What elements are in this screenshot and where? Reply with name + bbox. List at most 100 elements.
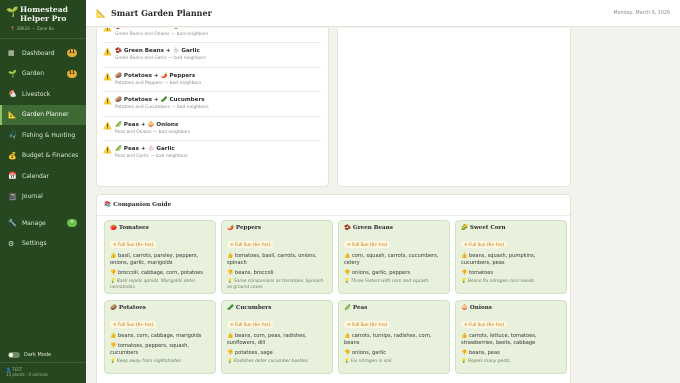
bad-companions-text: broccoli, cabbage, corn, potatoes: [117, 269, 203, 276]
sun-row: ☀ Full Sun (6+ hrs): [110, 311, 210, 330]
bad-companions: 👎 tomatoes: [461, 270, 561, 277]
conflict-item: ⚠️ 🥔 Potatoes + 🥒 Cucumbers Potatoes and C…: [103, 92, 321, 117]
sidebar-item-label: Calendar: [22, 172, 49, 180]
conflict-reason: Peas and Onions — bad neighbors: [115, 129, 191, 135]
sidebar-item-label: Settings: [22, 240, 47, 248]
sidebar-item-calendar[interactable]: 📅 Calendar: [0, 166, 86, 187]
thumbs-down-icon: 👎: [461, 269, 469, 276]
planner-grid-panel[interactable]: [337, 28, 571, 187]
good-companions: 👍 tomatoes, basil, carrots, onions, spin…: [227, 253, 327, 267]
sidebar-item-journal[interactable]: 📓 Journal: [0, 187, 86, 208]
lightbulb-icon: 💡: [461, 279, 468, 285]
planting-tip: 💡 Radishes deter cucumber beetles.: [227, 359, 327, 365]
bad-companions: 👎 potatoes, sage: [227, 350, 327, 357]
sun-requirement-badge: ☀ Full Sun (6+ hrs): [461, 321, 508, 328]
gear-icon: ⚙: [8, 239, 15, 248]
sidebar-item-settings[interactable]: ⚙ Settings: [0, 234, 86, 255]
sprout-logo-icon: 🌱: [6, 7, 19, 18]
good-companions: 👍 beans, corn, peas, radishes, sunflower…: [227, 333, 327, 347]
current-date: Monday, March 9, 2026: [613, 10, 670, 16]
lightbulb-icon: 💡: [227, 359, 234, 365]
good-companions: 👍 beans, corn, cabbage, marigolds: [110, 333, 210, 340]
thumbs-up-icon: 👍: [344, 333, 352, 339]
conflicts-panel: ⚠️🫘 Green Beans + 🧅 OnionsGreen Beans an…: [96, 28, 329, 187]
conflict-pair: 🥔 Potatoes + 🥒 Cucumbers: [115, 97, 205, 103]
conflict-text: 🫘 Green Beans + 🧅 Onions Green Beans and …: [115, 28, 208, 37]
dark-mode-toggle[interactable]: Dark Mode: [0, 348, 86, 362]
thumbs-down-icon: 👎: [344, 349, 352, 356]
thumbs-up-icon: 👍: [461, 253, 469, 259]
sidebar-item-label: Garden: [22, 70, 44, 78]
lightbulb-icon: 💡: [461, 359, 468, 365]
sidebar-divider: [0, 38, 86, 39]
sidebar-item-label: Manage: [22, 219, 46, 227]
bad-companions: 👎 tomatoes, peppers, squash, cucumbers: [110, 343, 210, 357]
conflict-text: 🫛 Peas + 🧅 Onions Peas and Onions — bad n…: [115, 122, 190, 135]
sun-requirement-badge: ☀ Full Sun (6+ hrs): [344, 321, 391, 328]
good-companions-text: carrots, turnips, radishes, corn, beans: [344, 333, 432, 346]
thumbs-up-icon: 👍: [461, 333, 469, 339]
thumbs-down-icon: 👎: [110, 342, 118, 349]
planting-tip: 💡 Same companions as tomatoes. Spinach a…: [227, 279, 327, 291]
conflict-text: 🫛 Peas + 🧄 Garlic Peas and Garlic — bad n…: [115, 146, 188, 159]
good-companions-text: tomatoes, basil, carrots, onions, spinac…: [227, 253, 317, 266]
thumbs-up-icon: 👍: [344, 253, 352, 259]
companion-card: 🫛 Peas ☀ Full Sun (6+ hrs) 👍 carrots, turn…: [338, 300, 450, 374]
sidebar-footer: Dark Mode 👤 TEST 15 plants · 0 animals: [0, 348, 86, 383]
warning-icon: ⚠️: [103, 146, 112, 154]
ruler-icon: 📐: [8, 110, 17, 119]
wrench-icon: 🔧: [8, 219, 17, 228]
companion-card: 🧅 Onions ☀ Full Sun (6+ hrs) 👍 carrots, le…: [455, 300, 567, 374]
toggle-switch[interactable]: [8, 352, 20, 358]
bad-companions-text: potatoes, sage: [234, 349, 273, 356]
conflict-reason: Potatoes and Cucumbers — bad neighbors: [115, 105, 209, 110]
warning-icon: ⚠️: [103, 28, 112, 32]
sun-requirement-badge: ☀ Full Sun (6+ hrs): [110, 241, 157, 248]
sun-row: ☀ Full Sun (6+ hrs): [344, 231, 444, 250]
planting-tip: 💡 Basil repels aphids. Marigolds deter n…: [110, 279, 210, 291]
calendar-icon: 📅: [8, 172, 17, 181]
conflict-pair: 🫛 Peas + 🧄 Garlic: [115, 146, 175, 152]
sidebar-item-label: Dashboard: [22, 49, 55, 57]
conflict-list: ⚠️🫘 Green Beans + 🧅 OnionsGreen Beans an…: [97, 28, 328, 166]
sidebar-item-garden[interactable]: 🌱 Garden 11: [0, 64, 86, 85]
count-badge: 11: [66, 49, 77, 57]
sidebar-item-garden-planner[interactable]: 📐 Garden Planner: [0, 104, 86, 125]
conflict-text: 🥔 Potatoes + 🥒 Cucumbers Potatoes and Cuc…: [115, 97, 209, 110]
sidebar-item-budget-finances[interactable]: 💰 Budget & Finances: [0, 146, 86, 167]
sun-requirement-badge: ☀ Full Sun (6+ hrs): [227, 241, 274, 248]
journal-icon: 📓: [8, 192, 17, 201]
sidebar-nav: ▦ Dashboard 11 🌱 Garden 11 🐔 Livestock 📐 Garden P…: [0, 43, 86, 254]
warning-icon: ⚠️: [103, 97, 112, 105]
sidebar-item-livestock[interactable]: 🐔 Livestock: [0, 84, 86, 105]
sidebar-item-dashboard[interactable]: ▦ Dashboard 11: [0, 43, 86, 64]
thumbs-down-icon: 👎: [110, 269, 118, 276]
lightbulb-icon: 💡: [110, 279, 117, 285]
conflict-reason: Green Beans and Onions — bad neighbors: [115, 32, 209, 37]
sidebar-item-label: Budget & Finances: [22, 152, 79, 160]
good-companions-text: beans, squash, pumpkins, cucumbers, peas: [461, 253, 536, 266]
good-companions: 👍 corn, squash, carrots, cucumbers, cele…: [344, 253, 444, 267]
guide-title: 📚 Companion Guide: [104, 202, 172, 208]
lightbulb-icon: 💡: [227, 279, 234, 285]
bad-companions-text: tomatoes, peppers, squash, cucumbers: [110, 342, 189, 356]
companion-guide: 📚 Companion Guide 🍅 Tomatoes ☀ Full Sun (…: [96, 194, 571, 383]
sun-row: ☀ Full Sun (6+ hrs): [110, 231, 210, 250]
chicken-icon: 🐔: [8, 90, 17, 99]
bad-companions: 👎 onions, garlic, peppers: [344, 270, 444, 277]
planting-tip-text: Basil repels aphids. Marigolds deter nem…: [110, 279, 196, 291]
planting-tip-text: Same companions as tomatoes. Spinach as …: [227, 279, 324, 291]
planting-tip: 💡 Three Sisters with corn and squash.: [344, 279, 444, 285]
planting-tip-text: Beans fix nitrogen corn needs.: [467, 279, 536, 285]
bad-companions-text: beans, broccoli: [234, 269, 274, 276]
sidebar-item-fishing-hunting[interactable]: 🎣 Fishing & Hunting: [0, 125, 86, 146]
good-companions: 👍 basil, carrots, parsley, peppers, onio…: [110, 253, 210, 267]
sun-row: ☀ Full Sun (6+ hrs): [227, 231, 327, 250]
count-badge: +: [67, 219, 77, 227]
conflict-item: ⚠️ 🫛 Peas + 🧅 Onions Peas and Onions — bad…: [103, 117, 321, 141]
conflict-text: 🫘 Green Beans + 🧄 Garlic Green Beans and …: [115, 48, 206, 61]
planting-tip-text: Repels many pests.: [467, 359, 511, 365]
app-title: Homestead Helper Pro: [20, 5, 68, 23]
lightbulb-icon: 💡: [344, 279, 351, 285]
sidebar-item-manage[interactable]: 🔧 Manage +: [0, 213, 86, 234]
